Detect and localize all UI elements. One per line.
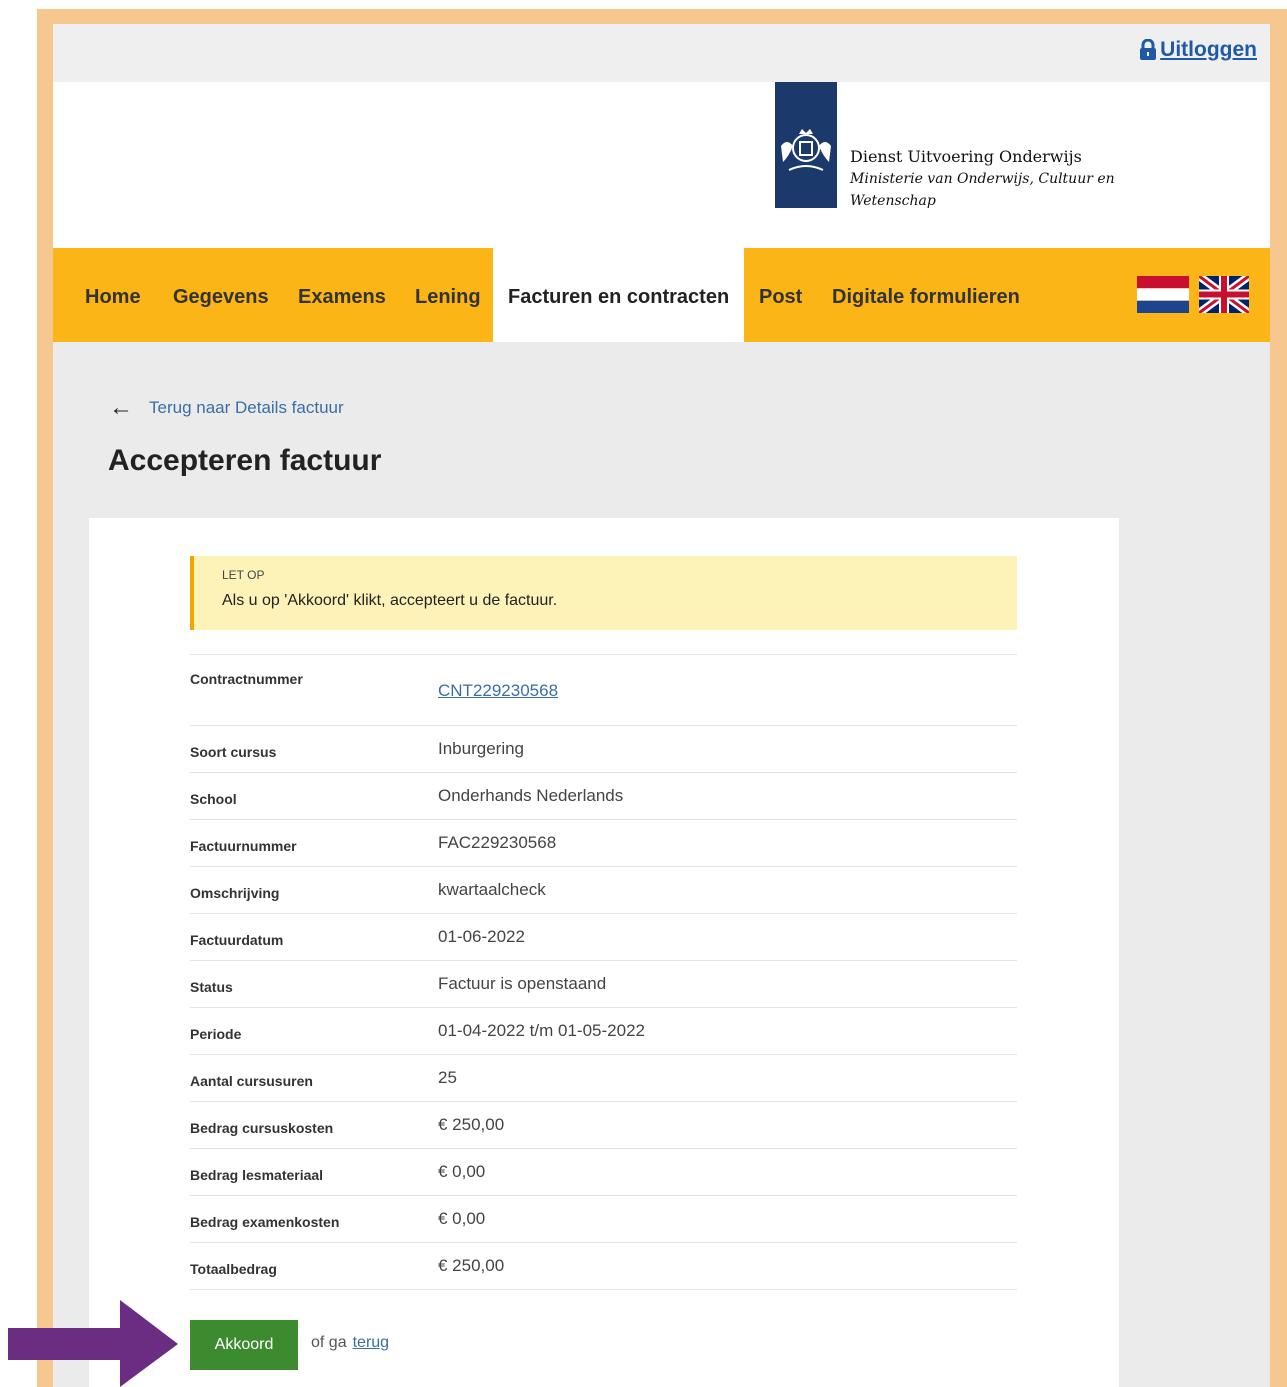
detail-value: 25	[438, 1068, 457, 1087]
detail-value: € 0,00	[438, 1162, 486, 1181]
table-row: Bedrag lesmateriaal € 0,00	[190, 1149, 1017, 1196]
site-header: Dienst Uitvoering Onderwijs Ministerie v…	[53, 82, 1270, 248]
uk-flag-icon[interactable]	[1199, 276, 1249, 313]
org-name: Dienst Uitvoering Onderwijs	[850, 147, 1082, 166]
notice-label: LET OP	[222, 568, 265, 582]
detail-value: Factuur is openstaand	[438, 974, 607, 993]
contract-number-link[interactable]: CNT229230568	[438, 681, 558, 701]
detail-label: Bedrag examenkosten	[190, 1214, 340, 1230]
back-navigation[interactable]: ← Terug naar Details factuur	[109, 394, 344, 422]
coat-of-arms-icon	[781, 129, 831, 171]
table-row: School Onderhands Nederlands	[190, 773, 1017, 820]
rijksoverheid-logo	[775, 82, 837, 208]
or-text: of ga	[311, 1334, 347, 1351]
nav-item-examens[interactable]: Examens	[298, 248, 386, 342]
detail-value: 01-04-2022 t/m 01-05-2022	[438, 1021, 645, 1040]
table-row: Status Factuur is openstaand	[190, 961, 1017, 1008]
ministry-line-1: Ministerie van Onderwijs, Cultuur en	[850, 171, 1115, 187]
detail-value: Inburgering	[438, 739, 525, 758]
or-go-back-text: of ga terug	[311, 1334, 389, 1352]
ministry-line-2: Wetenschap	[850, 193, 936, 209]
table-row: Totaalbedrag € 250,00	[190, 1243, 1017, 1290]
detail-label: Factuurdatum	[190, 932, 284, 948]
invoice-card: LET OP Als u op 'Akkoord' klikt, accepte…	[89, 518, 1119, 1387]
detail-label: Status	[190, 979, 233, 995]
warning-notice: LET OP Als u op 'Akkoord' klikt, accepte…	[190, 556, 1017, 630]
dutch-flag-icon[interactable]	[1137, 276, 1189, 313]
detail-value: 01-06-2022	[438, 927, 525, 946]
table-row: Bedrag examenkosten € 0,00	[190, 1196, 1017, 1243]
detail-value: € 250,00	[438, 1115, 505, 1134]
logout-link[interactable]: Uitloggen	[1139, 38, 1257, 62]
accept-button[interactable]: Akkoord	[190, 1320, 298, 1370]
detail-label: Soort cursus	[190, 744, 277, 760]
top-bar: Uitloggen	[53, 24, 1270, 82]
invoice-details-table: Contractnummer CNT229230568 Soort cursus…	[190, 654, 1017, 1290]
table-row: Aantal cursusuren 25	[190, 1055, 1017, 1102]
table-row: Bedrag cursuskosten € 250,00	[190, 1102, 1017, 1149]
page-title: Accepteren factuur	[108, 444, 382, 477]
nav-item-gegevens[interactable]: Gegevens	[173, 248, 269, 342]
table-row: Contractnummer CNT229230568	[190, 655, 1017, 726]
table-row: Periode 01-04-2022 t/m 01-05-2022	[190, 1008, 1017, 1055]
detail-value: kwartaalcheck	[438, 880, 546, 899]
lock-icon	[1140, 39, 1157, 60]
table-row: Omschrijving kwartaalcheck	[190, 867, 1017, 914]
nav-item-facturen-en-contracten[interactable]: Facturen en contracten	[493, 248, 745, 342]
detail-label: Contractnummer	[190, 671, 303, 687]
detail-label: Bedrag cursuskosten	[190, 1120, 334, 1136]
detail-label: Omschrijving	[190, 885, 280, 901]
detail-label: Aantal cursusuren	[190, 1073, 313, 1089]
nav-item-home[interactable]: Home	[85, 248, 141, 342]
logout-label: Uitloggen	[1160, 38, 1257, 61]
nav-item-post[interactable]: Post	[759, 248, 802, 342]
detail-label: Bedrag lesmateriaal	[190, 1167, 324, 1183]
detail-label: Factuurnummer	[190, 838, 297, 854]
detail-value: € 0,00	[438, 1209, 486, 1228]
detail-label: School	[190, 791, 237, 807]
go-back-link[interactable]: terug	[353, 1334, 389, 1351]
detail-value: FAC229230568	[438, 833, 557, 852]
back-to-invoice-details-link[interactable]: Terug naar Details factuur	[149, 398, 344, 418]
page: Uitloggen Dienst Uitvoering Onderwijs Mi…	[53, 24, 1270, 1387]
organisation-name: Dienst Uitvoering Onderwijs Ministerie v…	[850, 146, 1130, 212]
main-navigation: Home Gegevens Examens Lening Facturen en…	[53, 248, 1270, 342]
table-row: Factuurnummer FAC229230568	[190, 820, 1017, 867]
notice-text: Als u op 'Akkoord' klikt, accepteert u d…	[222, 592, 558, 609]
nav-item-digitale-formulieren[interactable]: Digitale formulieren	[832, 248, 1020, 342]
detail-label: Periode	[190, 1026, 242, 1042]
table-row: Soort cursus Inburgering	[190, 726, 1017, 773]
annotation-arrow-icon	[8, 1300, 178, 1387]
table-row: Factuurdatum 01-06-2022	[190, 914, 1017, 961]
detail-label: Totaalbedrag	[190, 1261, 277, 1277]
detail-value: € 250,00	[438, 1256, 505, 1275]
detail-value: Onderhands Nederlands	[438, 786, 624, 805]
arrow-left-icon: ←	[109, 394, 133, 421]
nav-item-lening[interactable]: Lening	[415, 248, 481, 342]
